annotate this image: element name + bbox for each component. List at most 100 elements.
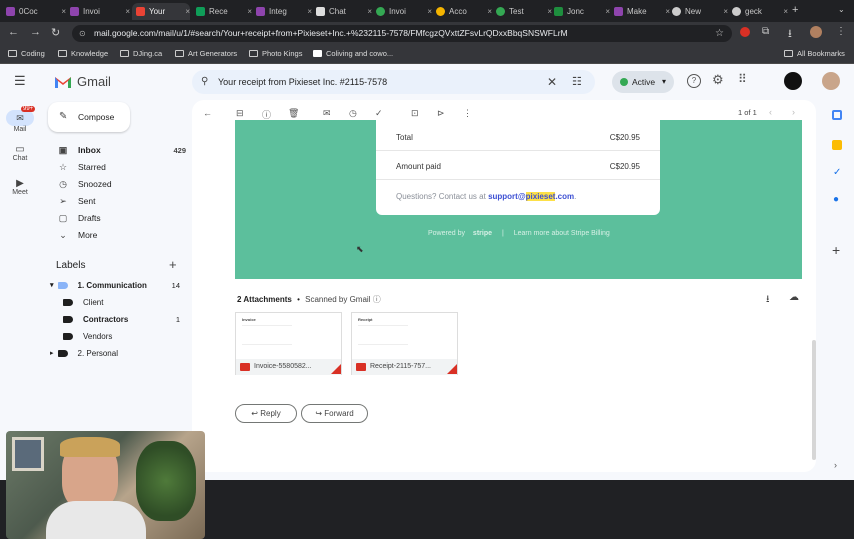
more-options-icon[interactable]: ⋮ — [463, 108, 472, 119]
close-tab-icon[interactable]: × — [307, 7, 312, 16]
nav-inbox[interactable]: ▣ Inbox 429 — [56, 142, 186, 158]
browser-tab-active[interactable]: Your × — [132, 3, 190, 20]
keep-icon[interactable] — [832, 140, 842, 150]
calendar-icon[interactable] — [832, 110, 842, 120]
clear-search-icon[interactable]: ✕ — [547, 70, 557, 94]
mark-unread-icon[interactable]: ✉ — [323, 108, 331, 119]
rail-chat[interactable]: ▭ Chat — [4, 144, 36, 162]
get-addons-icon[interactable]: + — [832, 242, 840, 258]
close-tab-icon[interactable]: × — [487, 7, 492, 16]
nav-starred[interactable]: ☆ Starred — [56, 159, 186, 175]
attachment-invoice[interactable]: Invoice Invoice-5580582... — [235, 312, 342, 375]
bookmark-star-icon[interactable]: ☆ — [715, 25, 724, 42]
forward-icon[interactable]: → — [30, 26, 41, 38]
add-label-icon[interactable]: + — [169, 257, 177, 272]
browser-menu-icon[interactable]: ⋮ — [836, 26, 846, 37]
close-tab-icon[interactable]: × — [247, 7, 252, 16]
download-all-icon[interactable]: ⭳ — [766, 292, 770, 309]
browser-tab[interactable]: Make × — [614, 3, 670, 20]
status-button[interactable]: Active ▾ — [612, 71, 674, 93]
compose-button[interactable]: ✎ Compose — [48, 102, 130, 132]
close-tab-icon[interactable]: × — [125, 7, 130, 16]
workspace-logo-icon[interactable] — [784, 72, 802, 90]
bookmark-folder[interactable]: DJing.ca — [120, 49, 162, 58]
move-to-icon[interactable]: ⊡ — [411, 108, 419, 119]
search-options-icon[interactable]: ☷ — [572, 70, 582, 94]
bookmark-folder[interactable]: Knowledge — [58, 49, 108, 58]
nav-more[interactable]: ⌄ More — [56, 227, 186, 243]
forward-button[interactable]: ↪ Forward — [301, 404, 368, 423]
close-tab-icon[interactable]: × — [723, 7, 728, 16]
search-icon[interactable]: ⚲ — [201, 70, 208, 94]
stripe-billing-link[interactable]: Learn more about Stripe Billing — [514, 230, 610, 237]
close-tab-icon[interactable]: × — [427, 7, 432, 16]
close-tab-icon[interactable]: × — [605, 7, 610, 16]
tasks-icon[interactable]: ✓ — [833, 167, 841, 178]
browser-tab[interactable]: Invoi × — [70, 3, 130, 20]
attachment-receipt[interactable]: Receipt Receipt-2115-757... — [351, 312, 458, 375]
close-tab-icon[interactable]: × — [783, 7, 788, 16]
caret-right-icon[interactable]: ▸ — [50, 349, 54, 357]
browser-tab[interactable]: Chat × — [316, 3, 372, 20]
main-menu-icon[interactable]: ☰ — [14, 73, 26, 89]
gmail-logo-icon[interactable] — [54, 75, 72, 89]
close-tab-icon[interactable]: × — [665, 7, 670, 16]
reply-button[interactable]: ↩ Reply — [235, 404, 297, 423]
close-tab-icon[interactable]: × — [547, 7, 552, 16]
bookmark-folder[interactable]: Photo Kings — [249, 49, 302, 58]
search-bar[interactable]: ⚲ Your receipt from Pixieset Inc. #2115-… — [192, 70, 595, 94]
browser-tab[interactable]: Rece × — [196, 3, 252, 20]
label-item[interactable]: ▸ 2. Personal — [50, 345, 180, 361]
browser-tab[interactable]: New × — [672, 3, 728, 20]
reload-icon[interactable]: ↻ — [51, 26, 60, 39]
browser-tab[interactable]: Test × — [496, 3, 552, 20]
help-icon[interactable]: ? — [687, 74, 701, 88]
label-item[interactable]: ▾ 1. Communication 14 — [50, 277, 180, 293]
close-tab-icon[interactable]: × — [185, 7, 190, 16]
bookmark-folder[interactable]: Art Generators — [175, 49, 237, 58]
browser-tab[interactable]: Acco × — [436, 3, 492, 20]
back-icon[interactable]: ← — [8, 26, 19, 38]
rail-mail[interactable]: ✉ Mail 99+ — [4, 106, 36, 133]
info-icon[interactable]: ⓘ — [373, 295, 381, 304]
browser-tab[interactable]: geck × — [732, 3, 788, 20]
all-bookmarks[interactable]: All Bookmarks — [784, 49, 845, 58]
snooze-icon[interactable]: ◷ — [349, 108, 357, 119]
extension-icon[interactable] — [740, 27, 750, 37]
label-item[interactable]: Client — [63, 294, 180, 310]
add-task-icon[interactable]: ✓ — [375, 108, 383, 119]
rail-meet[interactable]: ▶ Meet — [4, 178, 36, 196]
apps-grid-icon[interactable]: ⠿ — [738, 72, 747, 86]
close-tab-icon[interactable]: × — [367, 7, 372, 16]
download-icon[interactable]: ⭳ — [788, 25, 792, 44]
label-icon[interactable]: ⊳ — [437, 108, 445, 119]
add-to-drive-icon[interactable]: ☁ — [789, 292, 799, 303]
extensions-puzzle-icon[interactable]: ⧉ — [762, 26, 769, 37]
contacts-icon[interactable]: ● — [833, 194, 839, 205]
older-icon[interactable]: › — [792, 107, 795, 117]
support-email-link[interactable]: support@pixieset.com — [488, 192, 574, 201]
label-item[interactable]: Contractors 1 — [63, 311, 180, 327]
browser-tab[interactable]: 0Coc × — [6, 3, 66, 20]
site-info-icon[interactable]: ⊙ — [79, 25, 86, 42]
account-avatar[interactable] — [822, 72, 840, 90]
bookmark-folder[interactable]: Coding — [8, 49, 45, 58]
nav-sent[interactable]: ➢ Sent — [56, 193, 186, 209]
tab-search-icon[interactable]: ⌄ — [838, 5, 845, 14]
address-bar[interactable]: ⊙ mail.google.com/mail/u/1/#search/Your+… — [72, 25, 732, 42]
profile-avatar[interactable] — [810, 26, 822, 38]
browser-tab[interactable]: Invoi × — [376, 3, 432, 20]
search-input[interactable]: Your receipt from Pixieset Inc. #2115-75… — [218, 77, 387, 87]
settings-gear-icon[interactable]: ⚙ — [712, 72, 724, 88]
archive-icon[interactable]: ⊟ — [236, 108, 244, 119]
new-tab-button[interactable]: + — [792, 4, 798, 16]
bookmark-link[interactable]: Coliving and cowo... — [313, 49, 393, 58]
back-to-results-icon[interactable]: ← — [203, 108, 212, 118]
close-tab-icon[interactable]: × — [61, 7, 66, 16]
nav-drafts[interactable]: ▢ Drafts — [56, 210, 186, 226]
newer-icon[interactable]: ‹ — [769, 107, 772, 117]
nav-snoozed[interactable]: ◷ Snoozed — [56, 176, 186, 192]
browser-tab[interactable]: Jonc × — [554, 3, 610, 20]
scrollbar-thumb[interactable] — [812, 340, 816, 460]
delete-icon[interactable]: 🗑 — [288, 108, 299, 119]
